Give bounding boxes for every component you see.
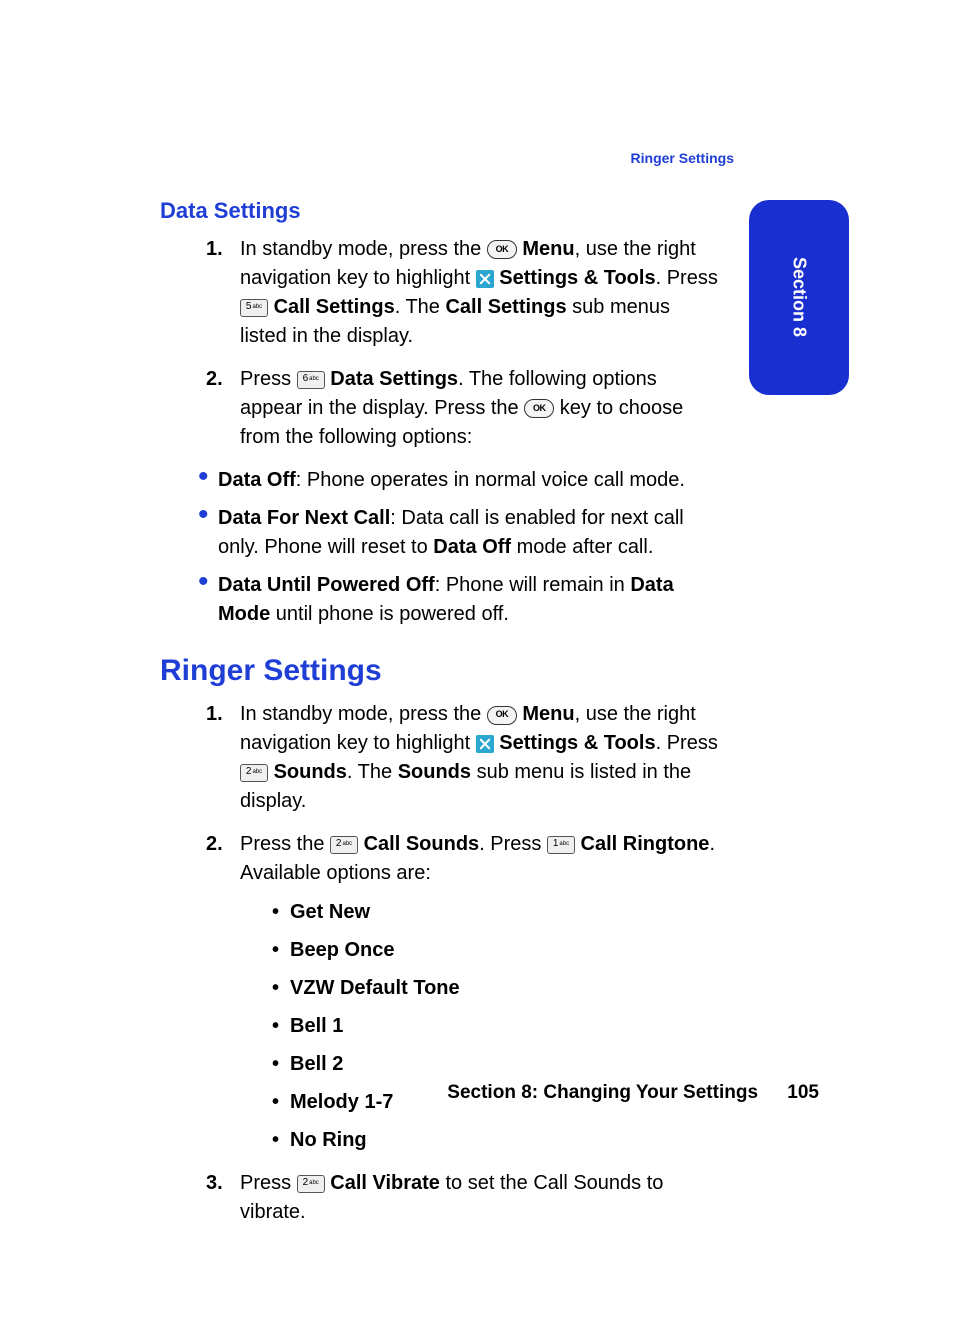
bold-term: Call Vibrate bbox=[330, 1172, 440, 1194]
step-number: 2. bbox=[206, 365, 223, 394]
option-item: Data Until Powered Off: Phone will remai… bbox=[218, 571, 720, 629]
sub-option-item: Bell 1 bbox=[290, 1012, 720, 1041]
bold-term: Menu bbox=[522, 703, 574, 725]
bold-term: Data For Next Call bbox=[218, 507, 390, 529]
ok-key-icon: OK bbox=[487, 240, 517, 259]
step-number: 1. bbox=[206, 700, 223, 729]
step-item: 2.Press 6abc Data Settings. The followin… bbox=[240, 365, 720, 452]
section-heading: Ringer Settings bbox=[160, 649, 720, 693]
subsection-heading: Data Settings bbox=[160, 195, 720, 227]
option-item: Data For Next Call: Data call is enabled… bbox=[218, 504, 720, 562]
keypad-1-icon: 1abc bbox=[547, 836, 575, 854]
options-list-data-settings: Data Off: Phone operates in normal voice… bbox=[160, 466, 720, 629]
step-number: 2. bbox=[206, 830, 223, 859]
bold-term: Call Settings bbox=[445, 296, 566, 318]
bold-term: Call Ringtone bbox=[581, 833, 710, 855]
page-number: 105 bbox=[787, 1082, 819, 1103]
keypad-2-icon: 2abc bbox=[330, 836, 358, 854]
sub-option-item: Beep Once bbox=[290, 936, 720, 965]
bold-term: Settings & Tools bbox=[499, 732, 655, 754]
bold-term: Menu bbox=[522, 238, 574, 260]
sub-option-item: No Ring bbox=[290, 1126, 720, 1155]
steps-list-data-settings: 1.In standby mode, press the OK Menu, us… bbox=[160, 235, 720, 452]
bold-term: Sounds bbox=[274, 761, 347, 783]
ok-key-icon: OK bbox=[524, 399, 554, 418]
bold-term: Data Settings bbox=[330, 368, 458, 390]
page-footer: Section 8: Changing Your Settings 105 bbox=[0, 1082, 819, 1104]
step-item: 2.Press the 2abc Call Sounds. Press 1abc… bbox=[240, 830, 720, 1155]
sub-option-item: Bell 2 bbox=[290, 1050, 720, 1079]
option-item: Data Off: Phone operates in normal voice… bbox=[218, 466, 720, 495]
bold-term: Sounds bbox=[398, 761, 471, 783]
keypad-2-icon: 2abc bbox=[240, 764, 268, 782]
footer-section-label: Section 8: Changing Your Settings bbox=[447, 1082, 758, 1103]
steps-list-ringer-settings: 1.In standby mode, press the OK Menu, us… bbox=[160, 700, 720, 1227]
step-number: 3. bbox=[206, 1169, 223, 1198]
settings-tools-icon bbox=[476, 270, 494, 288]
keypad-2-icon: 2abc bbox=[297, 1175, 325, 1193]
bold-term: Call Settings bbox=[274, 296, 395, 318]
page: Ringer Settings Section 8 Data Settings … bbox=[0, 0, 954, 1319]
sub-option-item: Get New bbox=[290, 898, 720, 927]
step-item: 3.Press 2abc Call Vibrate to set the Cal… bbox=[240, 1169, 720, 1227]
running-header: Ringer Settings bbox=[631, 150, 734, 166]
step-number: 1. bbox=[206, 235, 223, 264]
section-side-tab: Section 8 bbox=[749, 200, 849, 395]
bold-term: Call Sounds bbox=[364, 833, 480, 855]
bold-term: Data Off bbox=[433, 536, 511, 558]
bold-term: Data Off bbox=[218, 469, 296, 491]
section-side-tab-label: Section 8 bbox=[789, 257, 810, 337]
ok-key-icon: OK bbox=[487, 706, 517, 725]
settings-tools-icon bbox=[476, 735, 494, 753]
sub-option-item: VZW Default Tone bbox=[290, 974, 720, 1003]
keypad-5-icon: 5abc bbox=[240, 299, 268, 317]
bold-term: Data Until Powered Off bbox=[218, 574, 435, 596]
step-item: 1.In standby mode, press the OK Menu, us… bbox=[240, 235, 720, 351]
step-item: 1.In standby mode, press the OK Menu, us… bbox=[240, 700, 720, 816]
bold-term: Settings & Tools bbox=[499, 267, 655, 289]
content-area: Data Settings 1.In standby mode, press t… bbox=[160, 195, 720, 1227]
sub-options-list: Get New Beep Once VZW Default Tone Bell 1 Be… bbox=[240, 898, 720, 1155]
keypad-6-icon: 6abc bbox=[297, 371, 325, 389]
